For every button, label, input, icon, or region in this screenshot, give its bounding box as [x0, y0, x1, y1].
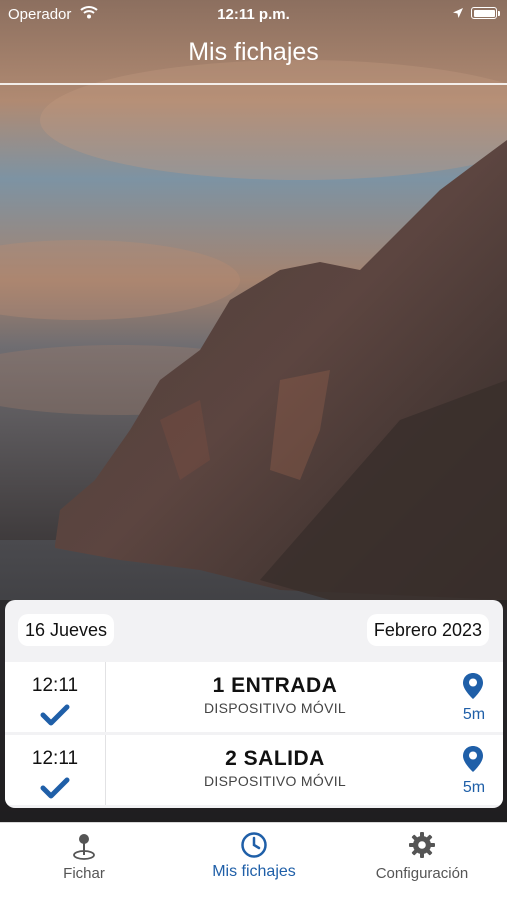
record-row-entrada[interactable]: 12:11 1 ENTRADA DISPOSITIVO MÓVIL 5m	[5, 662, 503, 732]
map-pin-icon[interactable]	[462, 745, 484, 778]
record-distance: 5m	[462, 706, 486, 723]
day-badge[interactable]: 16 Jueves	[18, 614, 115, 646]
gear-icon	[408, 831, 436, 864]
record-distance: 5m	[462, 779, 486, 796]
records-card: 16 Jueves Febrero 2023 12:11 1 ENTRADA D…	[5, 600, 503, 808]
record-time: 12:11	[31, 748, 79, 769]
record-title: 2 SALIDA	[225, 747, 325, 770]
tab-label: Mis fichajes	[212, 863, 296, 880]
record-subtitle: DISPOSITIVO MÓVIL	[203, 700, 347, 716]
record-time: 12:11	[31, 675, 79, 696]
record-title: 1 ENTRADA	[212, 674, 338, 697]
clock-icon	[240, 831, 268, 864]
tab-bar: Fichar Mis fichajes Configuración	[0, 822, 507, 901]
month-badge[interactable]: Febrero 2023	[366, 614, 489, 646]
tab-fichar[interactable]: Fichar	[20, 823, 148, 901]
tab-mis-fichajes[interactable]: Mis fichajes	[190, 823, 318, 901]
record-info: 2 SALIDA DISPOSITIVO MÓVIL	[105, 747, 445, 789]
location-arrow-icon	[452, 6, 464, 23]
page-title: Mis fichajes	[188, 38, 319, 66]
status-bar: Operador 12:11 p.m.	[0, 0, 507, 28]
title-divider	[0, 83, 507, 85]
tab-configuracion[interactable]: Configuración	[358, 823, 486, 901]
record-row-salida[interactable]: 12:11 2 SALIDA DISPOSITIVO MÓVIL 5m	[5, 735, 503, 805]
tab-label: Fichar	[63, 865, 105, 882]
tab-label: Configuración	[375, 865, 469, 882]
checkmark-icon	[40, 704, 70, 731]
record-time-cell: 12:11	[5, 735, 106, 805]
map-pin-icon[interactable]	[462, 672, 484, 705]
record-subtitle: DISPOSITIVO MÓVIL	[203, 773, 347, 789]
checkmark-icon	[40, 777, 70, 804]
battery-icon	[471, 7, 497, 19]
battery-tip	[498, 11, 500, 16]
status-time: 12:11 p.m.	[217, 6, 290, 23]
record-time-cell: 12:11	[5, 662, 106, 732]
record-info: 1 ENTRADA DISPOSITIVO MÓVIL	[105, 674, 445, 716]
map-pin-icon	[70, 831, 98, 866]
